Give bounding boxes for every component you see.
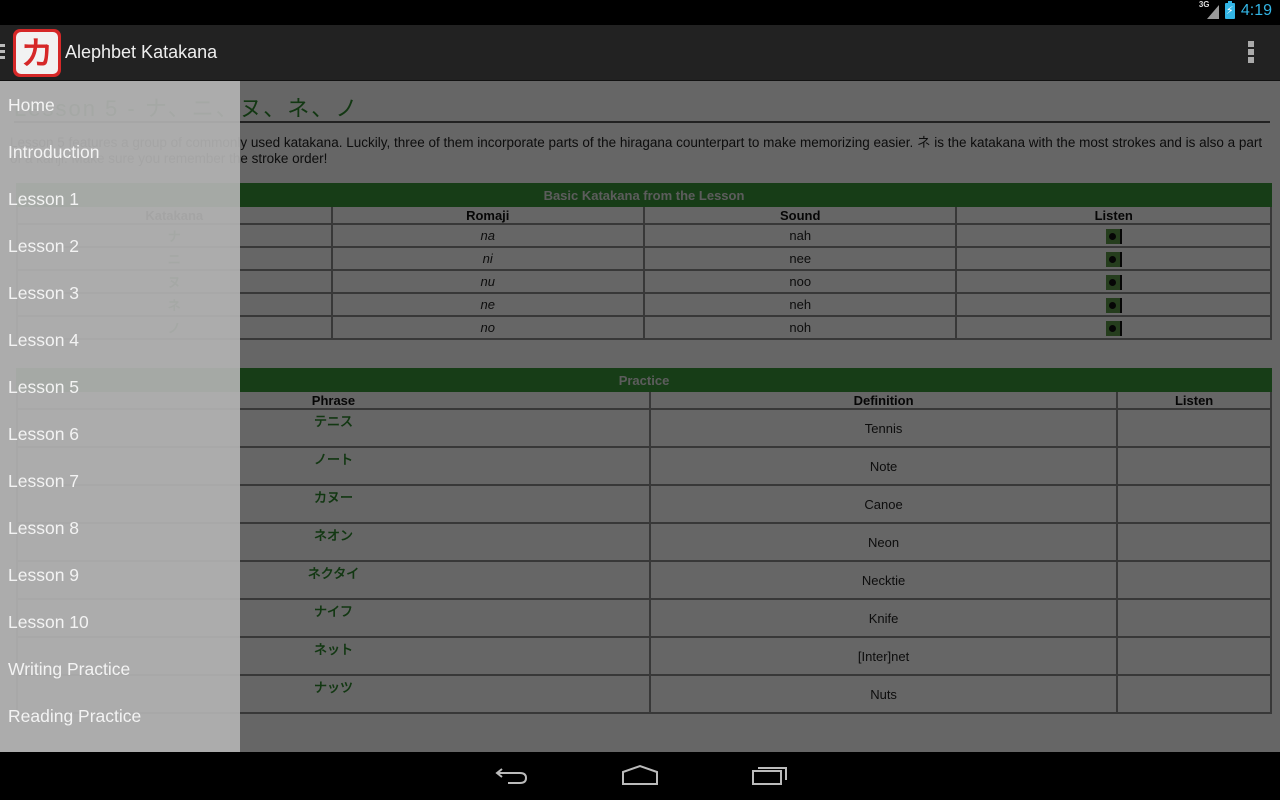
drawer-item-lesson-3[interactable]: Lesson 3: [0, 269, 240, 316]
drawer-item-pronunciation[interactable]: Pronunciation: [0, 739, 240, 752]
app-title: Alephbet Katakana: [65, 42, 218, 62]
drawer-item-lesson-7[interactable]: Lesson 7: [0, 457, 240, 504]
system-nav-bar: [0, 752, 1280, 800]
action-bar: カ Alephbet Katakana: [0, 25, 1280, 81]
recent-apps-icon[interactable]: [750, 764, 790, 786]
drawer-item-lesson-9[interactable]: Lesson 9: [0, 551, 240, 598]
battery-charging-icon: ⚡: [1224, 1, 1235, 19]
drawer-item-introduction[interactable]: Introduction: [0, 128, 240, 175]
drawer-item-writing-practice[interactable]: Writing Practice: [0, 645, 240, 692]
drawer-item-lesson-5[interactable]: Lesson 5: [0, 363, 240, 410]
back-icon[interactable]: [494, 764, 530, 786]
status-bar: 3G ⚡ 4:19: [0, 0, 1280, 25]
drawer-item-lesson-4[interactable]: Lesson 4: [0, 316, 240, 363]
overflow-menu-icon[interactable]: [1248, 41, 1254, 65]
home-icon[interactable]: [620, 764, 660, 786]
drawer-item-lesson-6[interactable]: Lesson 6: [0, 410, 240, 457]
drawer-item-reading-practice[interactable]: Reading Practice: [0, 692, 240, 739]
drawer-item-lesson-1[interactable]: Lesson 1: [0, 175, 240, 222]
drawer-item-lesson-2[interactable]: Lesson 2: [0, 222, 240, 269]
app-icon[interactable]: カ: [13, 29, 61, 77]
clock: 4:19: [1240, 2, 1272, 19]
cell-signal-icon: 3G: [1199, 0, 1219, 20]
drawer-item-home[interactable]: Home: [0, 81, 240, 128]
drawer-item-lesson-10[interactable]: Lesson 10: [0, 598, 240, 645]
drawer-indicator-icon[interactable]: [0, 44, 5, 60]
navigation-drawer: Home Introduction Lesson 1 Lesson 2 Lesson 3…: [0, 81, 240, 752]
drawer-item-lesson-8[interactable]: Lesson 8: [0, 504, 240, 551]
app-icon-glyph: カ: [16, 32, 58, 74]
